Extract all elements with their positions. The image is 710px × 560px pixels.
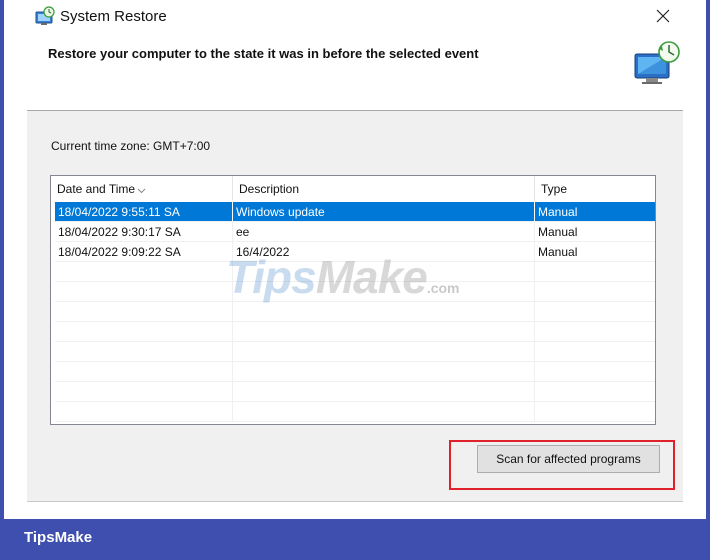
table-cell-description [233, 302, 535, 322]
column-header-date-label: Date and Time [57, 182, 136, 196]
brand-label: TipsMake [24, 529, 93, 546]
table-cell-date: 18/04/2022 9:09:22 SA [55, 242, 233, 262]
table-cell-date [55, 302, 233, 322]
table-cell-date [55, 402, 233, 422]
column-header-description[interactable]: Description [233, 176, 535, 200]
timezone-label: Current time zone: GMT+7:00 [51, 139, 211, 153]
table-header: Date and Time Description Type [51, 176, 655, 200]
table-cell-date: 18/04/2022 9:55:11 SA [55, 202, 233, 222]
table-cell-description [233, 262, 535, 282]
table-cell-type [535, 402, 655, 422]
window-title: System Restore [60, 8, 167, 25]
highlight-box [449, 440, 675, 490]
table-cell-date [55, 322, 233, 342]
table-row-empty [55, 322, 655, 342]
bottom-divider [27, 501, 683, 502]
column-header-type[interactable]: Type [535, 176, 655, 200]
table-cell-type [535, 282, 655, 302]
title-bar: System Restore [4, 0, 706, 34]
table-cell-date [55, 382, 233, 402]
table-row[interactable]: 18/04/2022 9:09:22 SA 16/4/2022 Manual [55, 242, 655, 262]
system-restore-icon [34, 6, 56, 26]
table-cell-description: ee [233, 222, 535, 242]
table-cell-description [233, 362, 535, 382]
table-cell-description [233, 282, 535, 302]
table-cell-type [535, 302, 655, 322]
page-heading: Restore your computer to the state it wa… [48, 46, 479, 61]
table-cell-date [55, 282, 233, 302]
table-cell-type: Manual [538, 245, 578, 259]
table-cell-date [55, 342, 233, 362]
column-header-date[interactable]: Date and Time [51, 176, 233, 200]
table-cell-description [233, 402, 535, 422]
close-button[interactable] [648, 2, 678, 30]
table-row-empty [55, 382, 655, 402]
table-row-empty [55, 302, 655, 322]
header-area: Restore your computer to the state it wa… [4, 34, 706, 111]
table-cell-type [535, 322, 655, 342]
sort-chevron-down-icon [137, 177, 146, 194]
table-row-empty [55, 362, 655, 382]
column-header-description-label: Description [239, 182, 300, 196]
table-cell-description: Windows update [233, 202, 535, 222]
table-row[interactable]: 18/04/2022 9:55:11 SA Windows update Manua… [55, 202, 655, 222]
table-cell-date [55, 262, 233, 282]
table-cell-description [233, 342, 535, 362]
system-restore-large-icon [632, 40, 682, 86]
restore-points-table[interactable]: Date and Time Description Type 18/04/202… [50, 175, 656, 425]
table-cell-type [535, 342, 655, 362]
table-cell-type [535, 362, 655, 382]
table-row-empty [55, 402, 655, 422]
table-row-empty [55, 342, 655, 362]
table-cell-type: Manual [538, 205, 578, 219]
table-cell-type: Manual [538, 225, 578, 239]
table-cell-date [55, 362, 233, 382]
table-row-empty [55, 282, 655, 302]
table-cell-description: 16/4/2022 [233, 242, 535, 262]
table-row-empty [55, 262, 655, 282]
close-icon [656, 9, 670, 23]
table-cell-description [233, 322, 535, 342]
column-header-type-label: Type [541, 182, 568, 196]
table-cell-type [535, 382, 655, 402]
table-cell-description [233, 382, 535, 402]
table-cell-type [535, 262, 655, 282]
screenshot-frame: System Restore Restore your computer to … [0, 0, 710, 560]
table-row[interactable]: 18/04/2022 9:30:17 SA ee Manual [55, 222, 655, 242]
table-cell-date: 18/04/2022 9:30:17 SA [55, 222, 233, 242]
